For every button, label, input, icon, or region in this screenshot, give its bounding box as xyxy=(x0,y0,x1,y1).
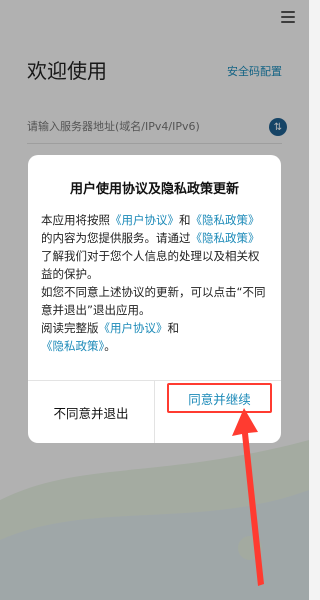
dialog-title: 用户使用协议及隐私政策更新 xyxy=(69,182,239,197)
privacy-policy-link-full[interactable]: 《隐私政策》 xyxy=(41,339,104,353)
privacy-policy-link-2[interactable]: 《隐私政策》 xyxy=(191,231,260,245)
pointer-arrow-icon xyxy=(232,408,264,586)
user-agreement-link-full[interactable]: 《用户协议》 xyxy=(99,321,168,335)
dialog-paragraph-3: 阅读完整版《用户协议》和 《隐私政策》。 xyxy=(41,321,179,353)
dialog-paragraph-2: 如您不同意上述协议的更新，可以点击“不同意并退出”退出应用。 xyxy=(41,285,266,317)
privacy-policy-link[interactable]: 《隐私政策》 xyxy=(191,213,260,227)
dialog-paragraph-1: 本应用将按照《用户协议》和《隐私政策》的内容为您提供服务。请通过《隐私政策》了解… xyxy=(41,213,260,281)
dialog-body: 本应用将按照《用户协议》和《隐私政策》的内容为您提供服务。请通过《隐私政策》了解… xyxy=(41,211,270,355)
disagree-exit-button[interactable]: 不同意并退出 xyxy=(28,381,155,443)
user-agreement-link[interactable]: 《用户协议》 xyxy=(110,213,179,227)
